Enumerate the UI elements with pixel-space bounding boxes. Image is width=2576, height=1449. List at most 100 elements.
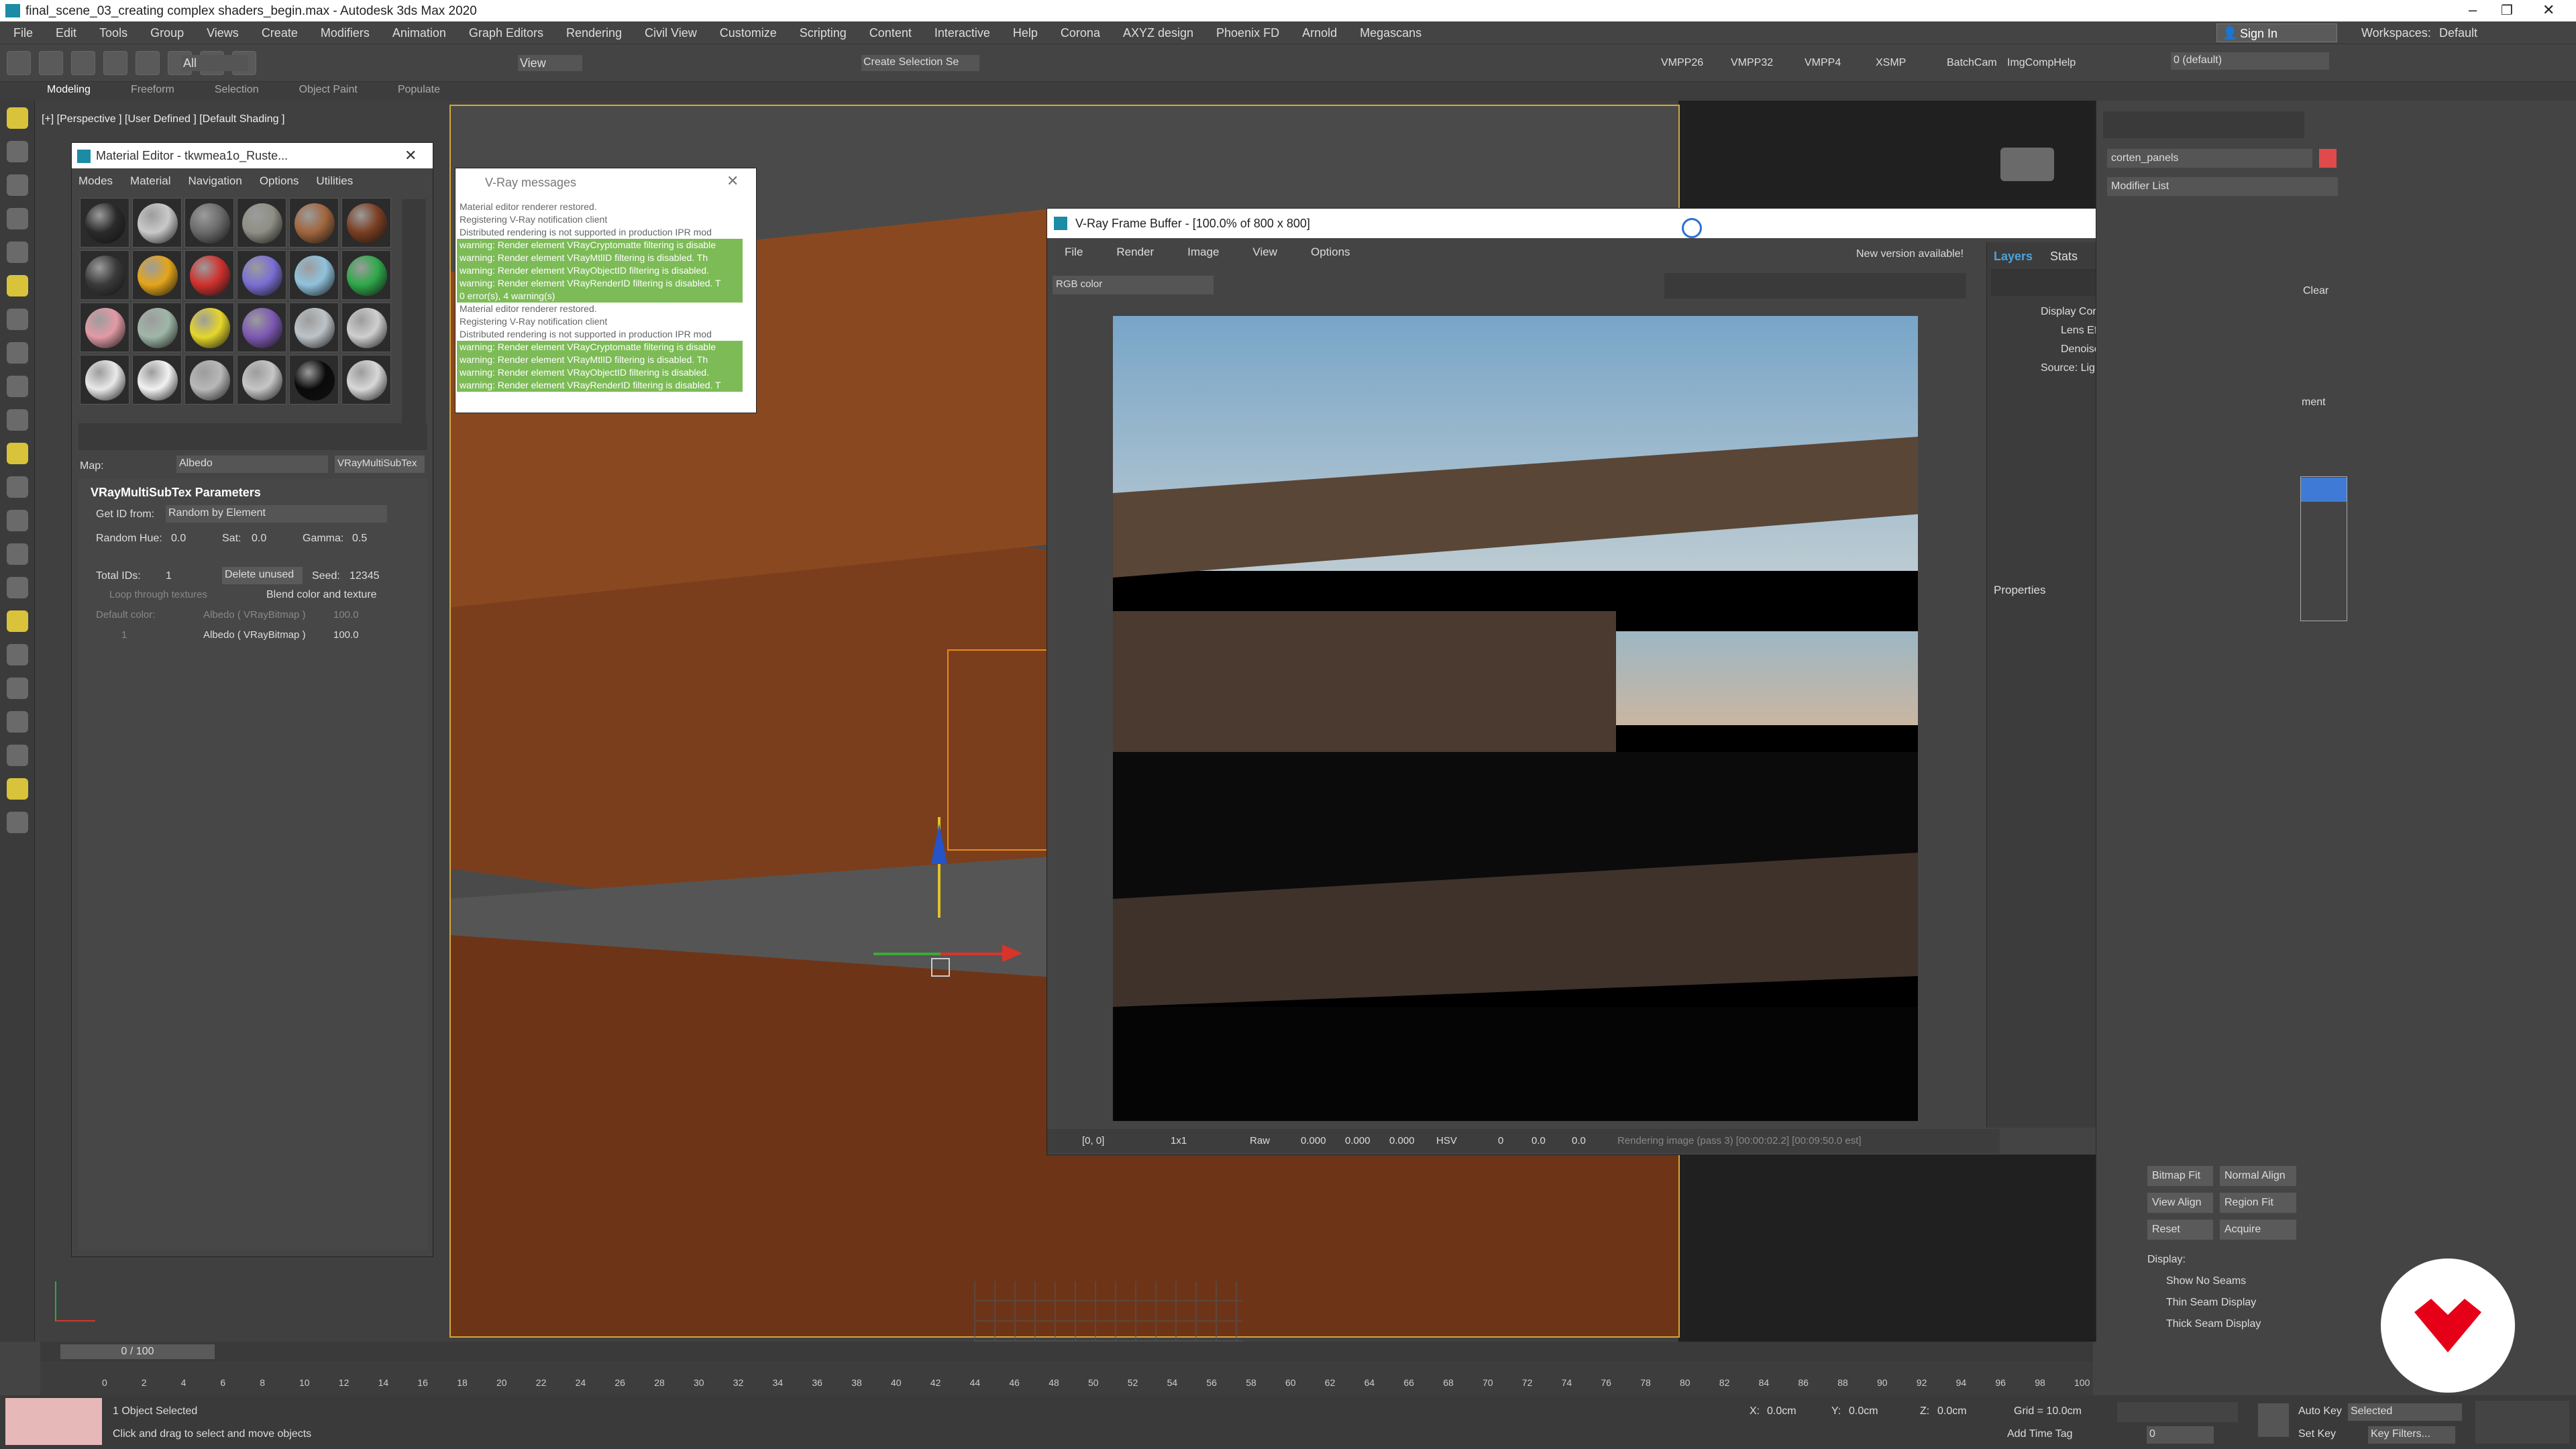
menu-item-content[interactable]: Content <box>869 27 912 39</box>
material-slot[interactable] <box>237 198 286 248</box>
material-slot[interactable] <box>341 355 391 405</box>
command-tool-icon[interactable] <box>7 745 28 766</box>
viewcube-icon[interactable] <box>2000 148 2054 181</box>
y-coordinate-field[interactable]: 0.0cm <box>1849 1406 1878 1417</box>
element-button[interactable]: ment <box>2302 397 2326 408</box>
set-key-icon[interactable] <box>2258 1403 2289 1437</box>
xsmp-button[interactable]: XSMP <box>1876 58 1906 68</box>
command-tool-icon[interactable] <box>7 678 28 699</box>
total-ids-spinner[interactable]: 1 <box>166 571 172 582</box>
command-tool-icon[interactable] <box>7 443 28 464</box>
reference-coord-dropdown[interactable]: View <box>518 55 582 71</box>
material-slot[interactable] <box>289 198 339 248</box>
x-coordinate-field[interactable]: 0.0cm <box>1767 1406 1796 1417</box>
command-tool-icon[interactable] <box>7 543 28 565</box>
thin-seam-radio[interactable]: Thin Seam Display <box>2166 1297 2256 1308</box>
new-version-notice[interactable]: New version available! <box>1856 249 1964 260</box>
material-slot[interactable] <box>80 303 129 352</box>
command-tool-icon[interactable] <box>7 510 28 531</box>
imgcomphelp-button[interactable]: ImgCompHelp <box>2007 58 2076 68</box>
modifier-stack-scroll[interactable] <box>2300 476 2347 621</box>
view-align-button[interactable]: View Align <box>2147 1193 2213 1213</box>
menu-item-arnold[interactable]: Arnold <box>1302 27 1337 39</box>
mat-menu-utilities[interactable]: Utilities <box>316 175 353 186</box>
map-type-button[interactable]: VRayMultiSubTex <box>335 455 425 473</box>
selection-filter-dropdown[interactable]: All <box>181 55 248 71</box>
viewport-navigation-controls[interactable] <box>2475 1401 2569 1444</box>
menu-item-group[interactable]: Group <box>150 27 184 39</box>
command-tool-icon[interactable] <box>7 342 28 364</box>
current-frame-field[interactable]: 0 <box>2147 1426 2214 1444</box>
menu-item-civil-view[interactable]: Civil View <box>645 27 697 39</box>
vfb-menu-file[interactable]: File <box>1065 246 1083 258</box>
object-color-swatch[interactable] <box>2319 149 2337 168</box>
menu-item-corona[interactable]: Corona <box>1061 27 1100 39</box>
toolbar-tool-icon[interactable] <box>7 51 31 75</box>
vfb-menu-image[interactable]: Image <box>1187 246 1219 258</box>
key-mode-dropdown[interactable]: Selected <box>2348 1403 2462 1421</box>
delete-unused-button[interactable]: Delete unused <box>222 567 303 584</box>
maxscript-listener[interactable] <box>5 1398 102 1445</box>
command-tool-icon[interactable] <box>7 107 28 129</box>
vfb-menu-view[interactable]: View <box>1252 246 1277 258</box>
material-slot[interactable] <box>237 355 286 405</box>
color-mode-dropdown[interactable]: HSV <box>1436 1136 1457 1146</box>
render-image[interactable] <box>1113 316 1918 1121</box>
menu-item-create[interactable]: Create <box>262 27 298 39</box>
toolbar-tool-icon[interactable] <box>39 51 63 75</box>
modifier-list-dropdown[interactable]: Modifier List <box>2107 177 2338 196</box>
command-tool-icon[interactable] <box>7 644 28 665</box>
sign-in-button[interactable]: 👤 Sign In <box>2216 23 2337 42</box>
sat-spinner[interactable]: 0.0 <box>252 533 266 544</box>
toolbar-tool-icon[interactable] <box>71 51 95 75</box>
rollout-header[interactable]: VRayMultiSubTex Parameters <box>91 486 261 498</box>
command-tool-icon[interactable] <box>7 309 28 330</box>
command-tool-icon[interactable] <box>7 577 28 598</box>
loop-through-textures-checkbox[interactable]: Loop through textures <box>109 590 207 600</box>
material-slot[interactable] <box>132 355 182 405</box>
menu-item-customize[interactable]: Customize <box>720 27 777 39</box>
gamma-spinner[interactable]: 0.5 <box>352 533 367 544</box>
vfb-menu-options[interactable]: Options <box>1311 246 1350 258</box>
thick-seam-radio[interactable]: Thick Seam Display <box>2166 1319 2261 1330</box>
command-tool-icon[interactable] <box>7 409 28 431</box>
default-texture-mult[interactable]: 100.0 <box>333 610 359 620</box>
material-slot[interactable] <box>237 303 286 352</box>
acquire-button[interactable]: Acquire <box>2220 1220 2296 1240</box>
menu-item-megascans[interactable]: Megascans <box>1360 27 1421 39</box>
vray-messages-close-button[interactable]: ✕ <box>727 174 739 189</box>
menu-item-help[interactable]: Help <box>1013 27 1038 39</box>
material-slot[interactable] <box>289 303 339 352</box>
time-slider[interactable]: 0 / 100 <box>40 1342 2093 1362</box>
region-fit-button[interactable]: Region Fit <box>2220 1193 2296 1213</box>
bitmap-fit-button[interactable]: Bitmap Fit <box>2147 1166 2213 1186</box>
clear-button[interactable]: Clear <box>2303 286 2328 297</box>
object-name-field[interactable]: corten_panels <box>2107 149 2312 168</box>
mat-menu-material[interactable]: Material <box>130 175 170 186</box>
command-tool-icon[interactable] <box>7 208 28 229</box>
seed-spinner[interactable]: 12345 <box>350 571 380 582</box>
random-hue-spinner[interactable]: 0.0 <box>171 533 186 544</box>
tab-freeform[interactable]: Freeform <box>131 85 174 95</box>
toolbar-tool-icon[interactable] <box>103 51 127 75</box>
blend-color-checkbox[interactable]: Blend color and texture <box>266 590 377 600</box>
batchcam-button[interactable]: BatchCam <box>1947 58 1997 68</box>
default-texture-slot[interactable]: Albedo ( VRayBitmap ) <box>203 610 306 620</box>
stats-tab[interactable]: Stats <box>2050 250 2078 262</box>
layer-dropdown[interactable]: 0 (default) <box>2171 52 2329 70</box>
material-slot[interactable] <box>341 303 391 352</box>
map-name-dropdown[interactable]: Albedo <box>176 455 328 473</box>
zoom-dropdown[interactable]: 1x1 <box>1171 1136 1187 1146</box>
material-slot[interactable] <box>132 250 182 300</box>
command-tool-icon[interactable] <box>7 778 28 800</box>
get-id-dropdown[interactable]: Random by Element <box>166 505 387 523</box>
command-tool-icon[interactable] <box>7 476 28 498</box>
layers-tab[interactable]: Layers <box>1994 250 2033 262</box>
track-bar[interactable]: 0 2 4 6 8 10 12 14 16 18 20 22 24 26 28 30 32 34 36 38 40 42 4… <box>40 1362 2093 1395</box>
mat-menu-modes[interactable]: Modes <box>78 175 113 186</box>
material-slot[interactable] <box>289 250 339 300</box>
command-tool-icon[interactable] <box>7 610 28 632</box>
material-slot[interactable] <box>341 250 391 300</box>
vmpp32-button[interactable]: VMPP32 <box>1731 58 1773 68</box>
vmpp26-button[interactable]: VMPP26 <box>1661 58 1703 68</box>
